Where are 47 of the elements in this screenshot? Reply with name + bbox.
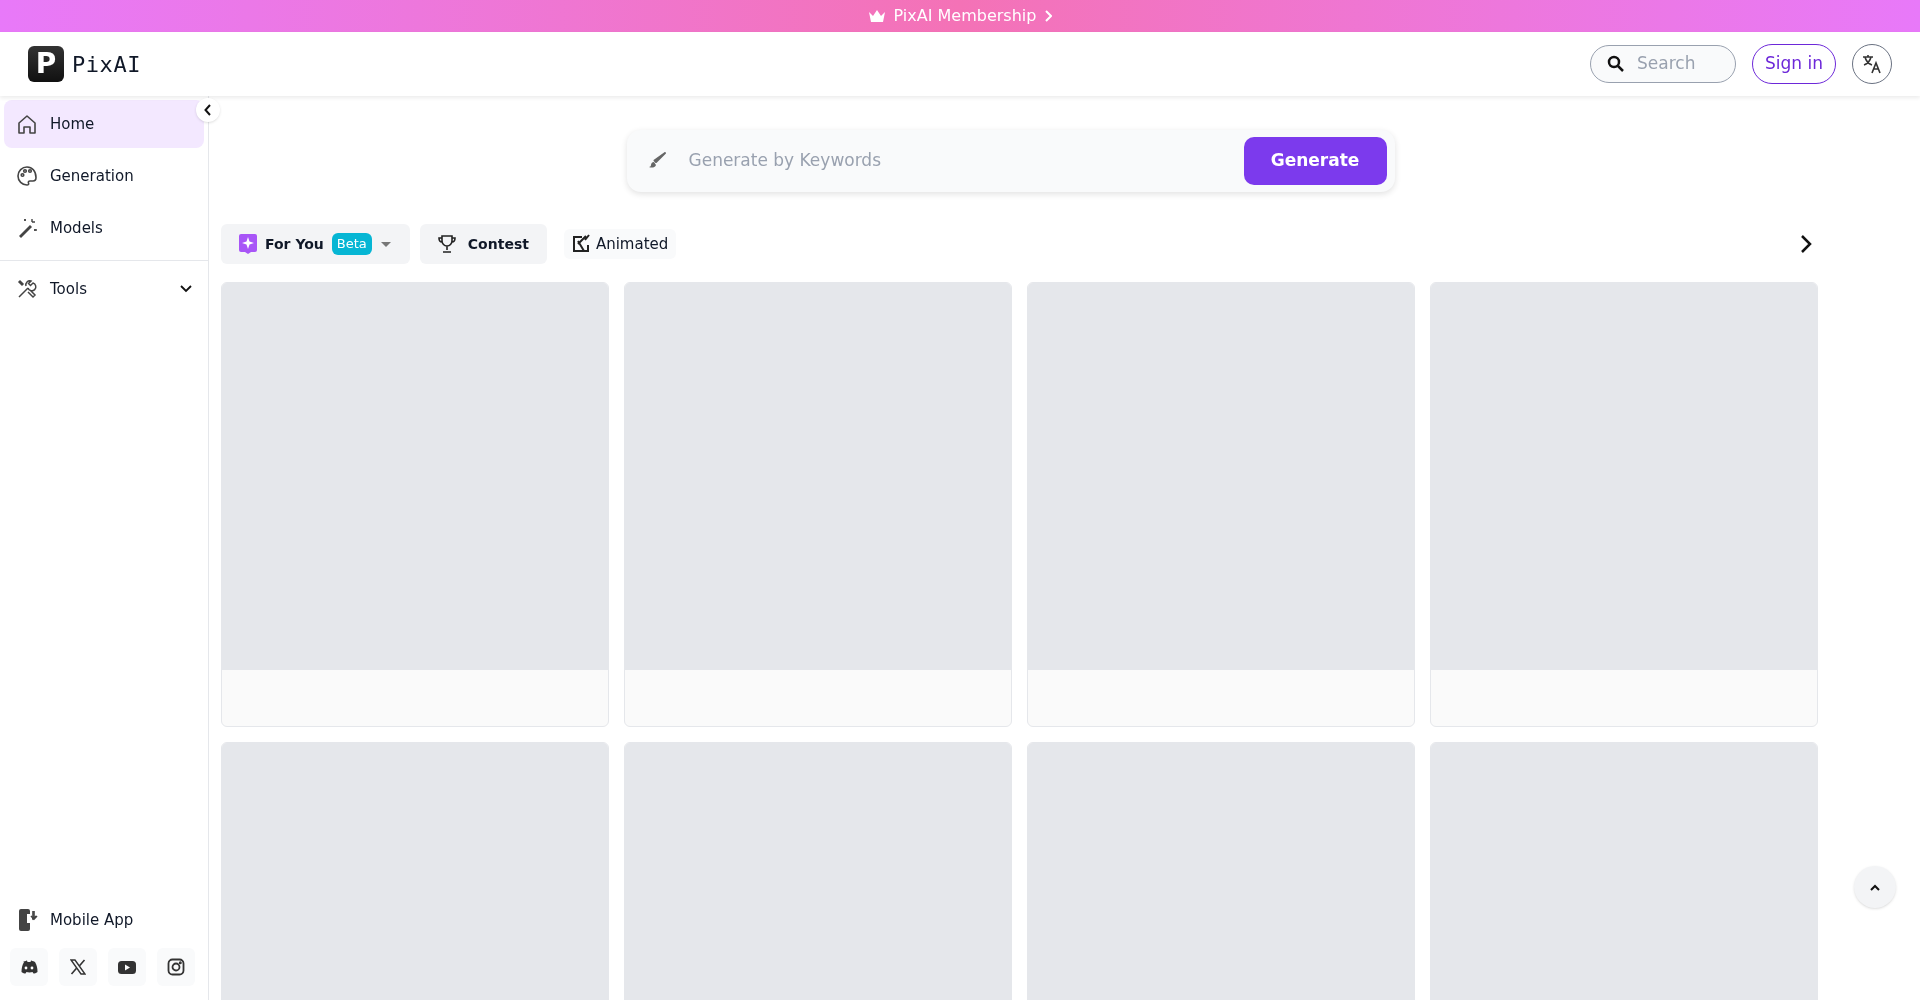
chevron-up-icon [1870, 883, 1880, 891]
placeholder-card[interactable] [1027, 282, 1415, 727]
trophy-icon [437, 234, 456, 254]
translate-icon [1861, 53, 1883, 75]
sidebar-item[interactable]: Home [4, 100, 204, 148]
palette-icon [16, 165, 38, 187]
youtube-icon [118, 960, 136, 974]
x-button[interactable] [59, 948, 97, 986]
keywords-input[interactable]: Generate by Keywords [688, 148, 1244, 174]
x-logo-icon [70, 959, 86, 975]
search-field[interactable]: Search [1590, 45, 1736, 83]
chevron-down-icon [180, 285, 192, 293]
chevron-left-icon [204, 104, 212, 116]
instagram-button[interactable] [157, 948, 195, 986]
logo-icon[interactable]: P [28, 46, 64, 82]
placeholder-card[interactable] [1430, 282, 1818, 727]
sidebar-item[interactable]: Generation [4, 152, 204, 200]
sparkle-icon [239, 234, 257, 254]
generate-button[interactable]: Generate [1243, 137, 1387, 185]
collapse-sidebar-button[interactable] [196, 98, 220, 122]
logo-text: PixAI [72, 50, 141, 79]
caret-down-icon [379, 240, 392, 248]
chevron-right-icon [1800, 234, 1812, 254]
search-input[interactable]: Search [1637, 51, 1717, 77]
discord-icon [20, 960, 38, 974]
instagram-icon [167, 958, 185, 976]
chevron-right-icon [1044, 10, 1053, 22]
banner-text: PixAI Membership [893, 5, 1037, 27]
search-icon [1607, 55, 1625, 73]
beta-badge: Beta [331, 233, 372, 255]
phone-download-icon [18, 908, 38, 932]
prompt-field[interactable]: Generate by Keywords Generate [626, 130, 1395, 192]
animated-tab[interactable]: Animated [563, 229, 677, 259]
home-icon [16, 113, 38, 135]
for-you-label: For You [265, 234, 324, 254]
placeholder-card[interactable] [221, 282, 609, 727]
youtube-button[interactable] [108, 948, 146, 986]
discord-button[interactable] [10, 948, 48, 986]
scroll-to-top-button[interactable] [1854, 866, 1896, 908]
for-you-tab[interactable]: For You Beta [221, 224, 410, 264]
crown-icon [867, 8, 886, 24]
mobile-app-link[interactable]: Mobile App [4, 900, 204, 940]
sidebar-item[interactable]: Models [4, 204, 204, 252]
placeholder-card[interactable] [624, 282, 1012, 727]
contest-tab[interactable]: Contest [419, 224, 547, 264]
tools-menu-item[interactable]: Tools [4, 265, 204, 313]
tools-icon [16, 278, 38, 300]
